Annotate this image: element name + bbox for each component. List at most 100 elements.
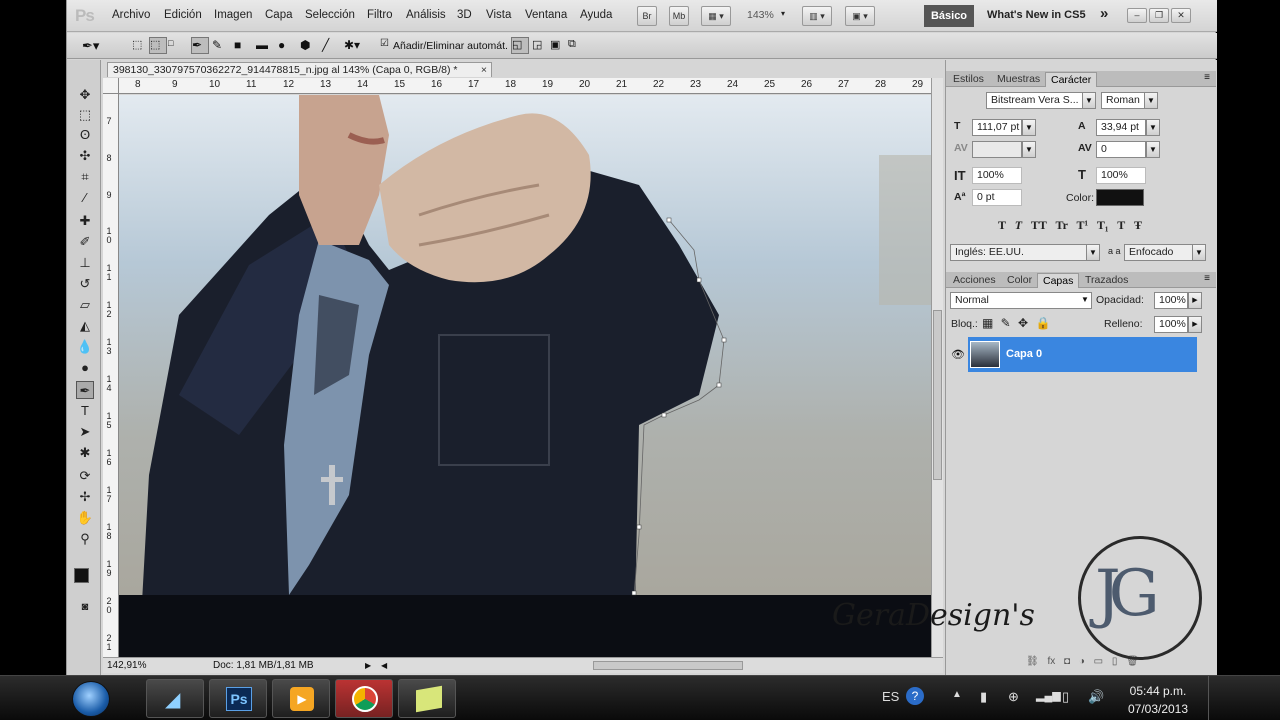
layer-row[interactable]: Capa 0: [968, 337, 1197, 372]
rectangle-icon[interactable]: ■: [233, 37, 251, 54]
paint-bucket-tool-icon[interactable]: ◭: [76, 317, 94, 335]
vertical-scale-field[interactable]: 100%: [972, 167, 1022, 184]
menu-filtro[interactable]: Filtro: [367, 9, 393, 21]
scroll-thumb[interactable]: [933, 310, 942, 480]
view-extras-button[interactable]: ▦ ▾: [701, 6, 731, 26]
document-tab[interactable]: 398130_330797570362272_914478815_n.jpg a…: [107, 62, 492, 77]
show-desktop-button[interactable]: [1208, 676, 1218, 720]
workspace-whats-new-button[interactable]: What's New in CS5: [987, 9, 1086, 21]
arrange-documents-button[interactable]: ▥ ▾: [802, 6, 832, 26]
opacity-field[interactable]: 100%: [1154, 292, 1188, 309]
quick-selection-tool-icon[interactable]: ✣: [76, 147, 94, 165]
tab-muestras[interactable]: Muestras: [992, 72, 1045, 87]
foreground-color-swatch[interactable]: [74, 568, 89, 583]
signal-icon[interactable]: ▂▄▆: [1036, 689, 1061, 702]
3d-orbit-tool-icon[interactable]: ✢: [76, 488, 94, 506]
layer-actions[interactable]: ⛓ fx ◘ ◑ ▭ ▯ 🗑: [1026, 656, 1206, 670]
taskbar-media-button[interactable]: ▶: [272, 679, 330, 718]
path-intersect-icon[interactable]: ▣: [549, 37, 567, 54]
auto-add-checkbox[interactable]: ☑: [379, 37, 391, 54]
start-button[interactable]: [72, 681, 110, 717]
power-icon[interactable]: ▯: [1062, 689, 1069, 705]
chevron-down-icon[interactable]: ▼: [1022, 141, 1036, 158]
marquee-tool-icon[interactable]: ⬚: [76, 106, 94, 124]
tab-estilos[interactable]: Estilos: [948, 72, 989, 87]
blur-tool-icon[interactable]: 💧: [76, 338, 94, 356]
language-indicator[interactable]: ES: [882, 689, 899, 704]
clone-stamp-tool-icon[interactable]: ⊥: [76, 254, 94, 272]
chevron-down-icon[interactable]: ▾: [781, 9, 785, 18]
panel-menu-icon[interactable]: ≡: [1204, 72, 1210, 83]
leading-field[interactable]: 33,94 pt: [1096, 119, 1146, 136]
chevron-right-icon[interactable]: ▶: [1188, 316, 1202, 333]
minimize-button[interactable]: –: [1127, 8, 1147, 23]
scroll-left-icon[interactable]: ◀: [381, 658, 387, 673]
type-tool-icon[interactable]: T: [76, 402, 94, 420]
chevron-down-icon[interactable]: ▼: [1086, 244, 1100, 261]
workspace-basico-button[interactable]: Básico: [924, 5, 974, 27]
pen-tool-icon[interactable]: ✒: [76, 381, 94, 399]
path-combine-icon[interactable]: ◱: [511, 37, 529, 54]
fill-pixels-icon[interactable]: □: [167, 37, 185, 54]
taskbar-photoshop-button[interactable]: Ps: [209, 679, 267, 718]
menu-seleccion[interactable]: Selección: [305, 9, 355, 21]
font-family-field[interactable]: Bitstream Vera S...: [986, 92, 1096, 109]
chevron-down-icon[interactable]: ▼: [1146, 141, 1160, 158]
path-exclude-icon[interactable]: ⧉: [567, 37, 585, 54]
freeform-pen-icon[interactable]: ✎: [211, 37, 229, 54]
baseline-shift-field[interactable]: 0 pt: [972, 189, 1022, 206]
shape-layers-icon[interactable]: ⬚: [131, 37, 149, 54]
mini-bridge-button[interactable]: Mb: [669, 6, 689, 26]
menu-ayuda[interactable]: Ayuda: [580, 9, 612, 21]
brush-tool-icon[interactable]: ✐: [76, 233, 94, 251]
menu-vista[interactable]: Vista: [486, 9, 511, 21]
eye-icon[interactable]: 👁: [951, 348, 965, 361]
rounded-rectangle-icon[interactable]: ▬: [255, 37, 273, 54]
vertical-scrollbar[interactable]: [931, 78, 943, 657]
network-globe-icon[interactable]: ⊕: [1008, 689, 1019, 705]
paths-mode-icon[interactable]: ⬚: [149, 37, 167, 54]
hand-tool-icon[interactable]: ✋: [76, 509, 94, 527]
kerning-field[interactable]: [972, 141, 1022, 158]
clock-date[interactable]: 07/03/2013: [1120, 702, 1196, 716]
eraser-tool-icon[interactable]: ▱: [76, 296, 94, 314]
close-button[interactable]: ✕: [1171, 8, 1191, 23]
eyedropper-tool-icon[interactable]: ⁄: [76, 189, 94, 207]
chevron-down-icon[interactable]: ▼: [1082, 92, 1096, 109]
history-brush-tool-icon[interactable]: ↺: [76, 275, 94, 293]
menu-3d[interactable]: 3D: [457, 9, 472, 21]
volume-icon[interactable]: 🔊: [1088, 689, 1104, 705]
zoom-tool-icon[interactable]: ⚲: [76, 530, 94, 548]
document-canvas[interactable]: [119, 95, 931, 657]
show-hidden-icons-icon[interactable]: ▲: [952, 689, 962, 700]
line-icon[interactable]: ╱: [321, 37, 339, 54]
ruler-origin[interactable]: [103, 78, 119, 94]
language-field[interactable]: Inglés: EE.UU.: [950, 244, 1100, 261]
quick-mask-icon[interactable]: ◙: [76, 598, 94, 616]
status-menu-arrow-icon[interactable]: ▶: [365, 658, 371, 673]
dodge-tool-icon[interactable]: ●: [76, 359, 94, 377]
path-subtract-icon[interactable]: ◲: [531, 37, 549, 54]
taskbar-chrome-button[interactable]: [335, 679, 393, 718]
menu-archivo[interactable]: Archivo: [112, 9, 150, 21]
text-style-buttons[interactable]: T T TT Tr T¹ T₁ T Ŧ: [998, 218, 1142, 233]
taskbar-notes-button[interactable]: [398, 679, 456, 718]
vertical-ruler[interactable]: 7 8 9 1 0 1 1 1 2 1 3 1 4 1 5 1 6 1 7 1 …: [103, 94, 119, 657]
chevron-down-icon[interactable]: ▼: [1192, 244, 1206, 261]
menu-edicion[interactable]: Edición: [164, 9, 202, 21]
chevron-down-icon[interactable]: ▼: [1146, 119, 1160, 136]
blend-mode-select[interactable]: Normal: [950, 292, 1092, 309]
healing-brush-tool-icon[interactable]: ✚: [76, 212, 94, 230]
panel-menu-icon[interactable]: ≡: [1204, 273, 1210, 284]
tracking-field[interactable]: 0: [1096, 141, 1146, 158]
status-zoom[interactable]: 142,91%: [107, 658, 146, 673]
text-color-swatch[interactable]: [1096, 189, 1144, 206]
chevron-down-icon[interactable]: ▼: [1078, 292, 1092, 309]
lasso-tool-icon[interactable]: ʘ: [76, 126, 94, 144]
pen-tool-preset-icon[interactable]: ✒▾: [81, 37, 99, 54]
menu-ventana[interactable]: Ventana: [525, 9, 567, 21]
lock-icons[interactable]: ▦ ✎ ✥ 🔒: [982, 316, 1050, 330]
clock-time[interactable]: 05:44 p.m.: [1120, 684, 1196, 698]
tab-acciones[interactable]: Acciones: [948, 273, 1001, 288]
chevron-down-icon[interactable]: ▼: [1022, 119, 1036, 136]
